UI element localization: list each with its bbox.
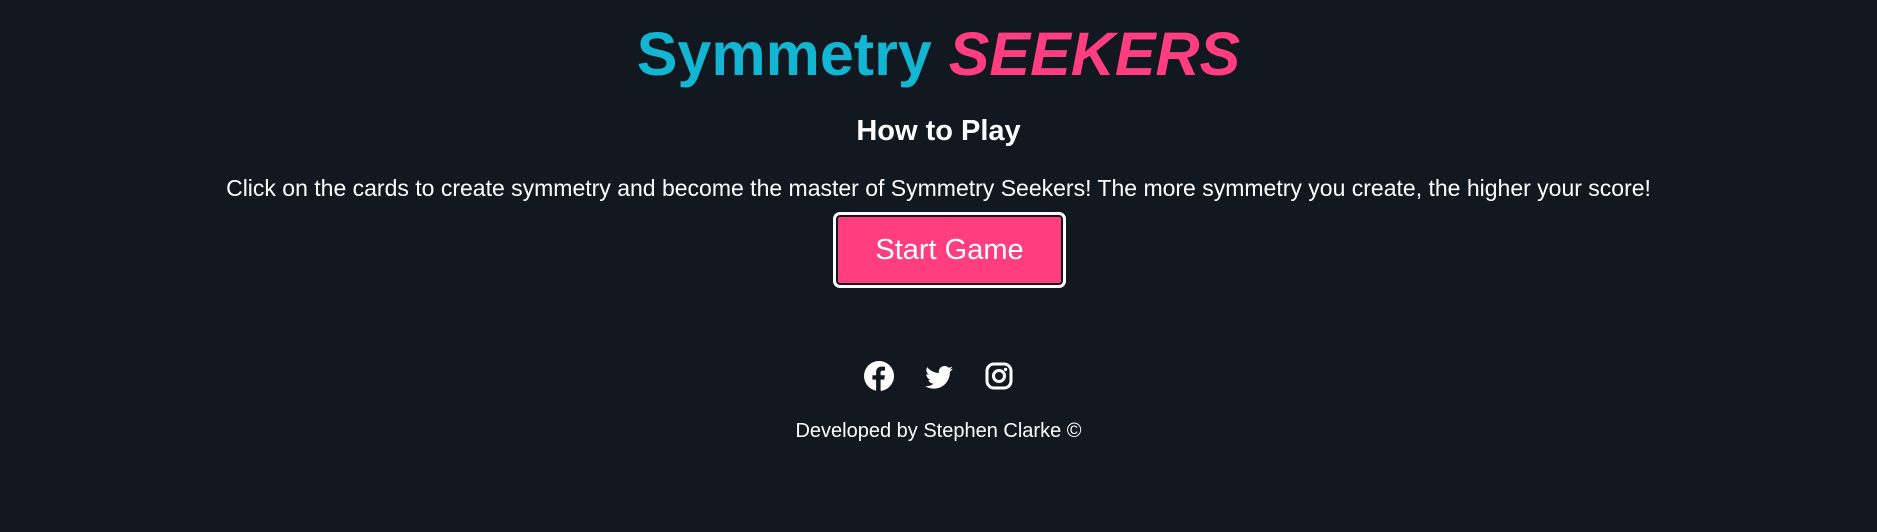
instructions-text: Click on the cards to create symmetry an…: [226, 175, 1651, 201]
footer-credit: Developed by Stephen Clarke ©: [795, 420, 1082, 442]
facebook-link[interactable]: [863, 359, 894, 393]
how-to-play-heading: How to Play: [856, 115, 1021, 147]
instagram-icon: [985, 362, 1012, 390]
game-title-primary: Symmetry: [636, 20, 932, 88]
social-links: [0, 359, 1877, 393]
facebook-icon: [863, 361, 894, 391]
game-landing-page: Symmetry SEEKERS How to Play Click on th…: [0, 0, 1877, 532]
twitter-icon: [924, 366, 953, 389]
game-title: Symmetry SEEKERS: [0, 18, 1877, 90]
game-title-accent: SEEKERS: [948, 20, 1241, 88]
start-game-button[interactable]: Start Game: [833, 212, 1066, 288]
instagram-link[interactable]: [984, 359, 1014, 393]
twitter-link[interactable]: [924, 359, 954, 393]
